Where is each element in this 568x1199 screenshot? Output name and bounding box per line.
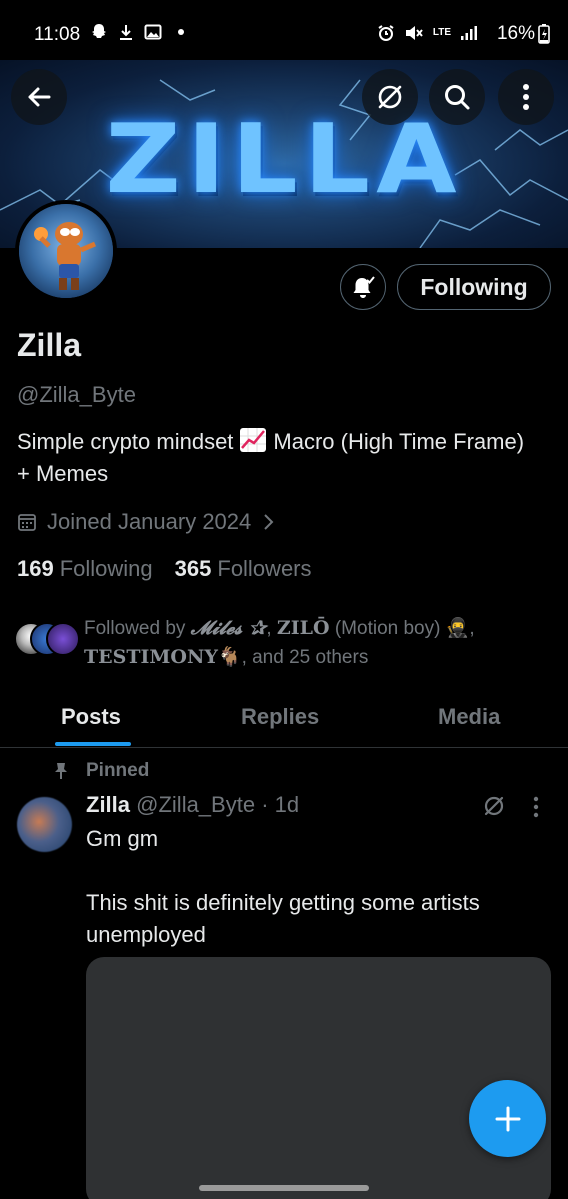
follower-name-3-emoji: 🐐: [217, 647, 242, 668]
image-icon: [144, 24, 162, 40]
tab-posts[interactable]: Posts: [61, 704, 121, 730]
status-time: 11:08: [34, 24, 81, 45]
dot-icon: [178, 29, 184, 35]
pinned-text: Pinned: [86, 760, 150, 781]
post-author-avatar[interactable]: [17, 797, 72, 852]
grok-icon: [484, 796, 504, 816]
pin-icon: [55, 763, 67, 779]
banner-title: ZILLA: [105, 102, 463, 216]
status-notification-icons: [90, 23, 184, 41]
post-media[interactable]: [86, 957, 551, 1199]
following-count: 169: [17, 556, 54, 581]
post-author-name[interactable]: Zilla: [86, 792, 130, 817]
plus-icon: [495, 1106, 520, 1131]
network-type: LTE: [432, 27, 451, 38]
post-author-handle[interactable]: @Zilla_Byte: [136, 792, 255, 817]
following-count-link[interactable]: 169 Following: [17, 556, 153, 582]
download-icon: [120, 25, 132, 40]
follower-name-1: 𝓜𝓲𝓵𝓮𝓼 ✰: [190, 617, 267, 639]
avatar-image: [19, 204, 113, 298]
followers-count-link[interactable]: 365 Followers: [175, 556, 312, 582]
following-label: Following: [59, 556, 153, 581]
more-vertical-icon: [533, 796, 539, 818]
battery-indicator: 16%: [497, 23, 550, 45]
search-button[interactable]: [429, 69, 485, 125]
followers-label: Followers: [217, 556, 312, 581]
active-tab-indicator: [55, 742, 131, 746]
search-icon: [445, 85, 470, 110]
follower-name-3: TESTIMONY: [84, 646, 218, 668]
post-text: Gm gm This shit is definitely getting so…: [86, 826, 480, 947]
back-button[interactable]: [11, 69, 67, 125]
profile-tabs: Posts Replies Media: [0, 690, 568, 748]
status-right-icons: LTE: [377, 24, 478, 42]
chevron-right-icon[interactable]: [261, 513, 275, 531]
battery-charging-icon: [538, 24, 550, 44]
followed-by-avatars[interactable]: [14, 622, 80, 658]
followed-by-suffix: , and 25 others: [241, 647, 369, 668]
alarm-icon: [378, 25, 394, 41]
following-button[interactable]: Following: [397, 264, 551, 310]
calendar-icon: [18, 514, 36, 531]
grok-button[interactable]: [362, 69, 418, 125]
snapchat-icon: [92, 24, 106, 38]
follower-name-2: ZILŌ: [276, 617, 330, 639]
signal-icon: [461, 26, 477, 40]
notification-bell-icon: [353, 276, 375, 298]
post-header: Zilla @Zilla_Byte · 1d: [86, 792, 299, 818]
post-grok-button[interactable]: [482, 794, 506, 823]
follower-avatar-3: [46, 622, 80, 656]
pinned-label: Pinned: [52, 760, 149, 782]
follower-name-2-suffix: (Motion boy) 🥷,: [334, 618, 475, 639]
chart-increasing-emoji-icon: [240, 428, 267, 452]
more-options-button[interactable]: [498, 69, 554, 125]
user-handle: @Zilla_Byte: [17, 382, 136, 407]
tab-media[interactable]: Media: [438, 704, 500, 730]
tab-replies[interactable]: Replies: [241, 704, 319, 730]
joined-date: Joined January 2024: [17, 509, 275, 535]
grok-icon: [378, 85, 402, 109]
post-timestamp: · 1d: [261, 792, 300, 817]
follow-counts: 169 Following 365 Followers: [17, 556, 312, 582]
followed-by-text[interactable]: Followed by 𝓜𝓲𝓵𝓮𝓼 ✰, ZILŌ (Motion boy) 🥷…: [84, 614, 554, 672]
mute-icon: [405, 26, 423, 40]
profile-avatar[interactable]: [15, 200, 117, 302]
joined-text: Joined January 2024: [47, 509, 252, 534]
post-more-button[interactable]: [533, 796, 539, 823]
notifications-button[interactable]: [340, 264, 386, 310]
more-vertical-icon: [523, 84, 529, 110]
followed-by-prefix: Followed by: [84, 618, 186, 639]
compose-button[interactable]: [469, 1080, 546, 1157]
followers-count: 365: [174, 556, 212, 581]
gesture-nav-handle[interactable]: [199, 1185, 369, 1191]
battery-percent: 16%: [496, 23, 535, 44]
bio-text-1: Simple crypto mindset: [17, 429, 234, 454]
display-name: Zilla: [17, 327, 82, 363]
back-arrow-icon: [28, 87, 51, 107]
profile-bio: Simple crypto mindset Macro (High Time Fr…: [17, 426, 537, 490]
